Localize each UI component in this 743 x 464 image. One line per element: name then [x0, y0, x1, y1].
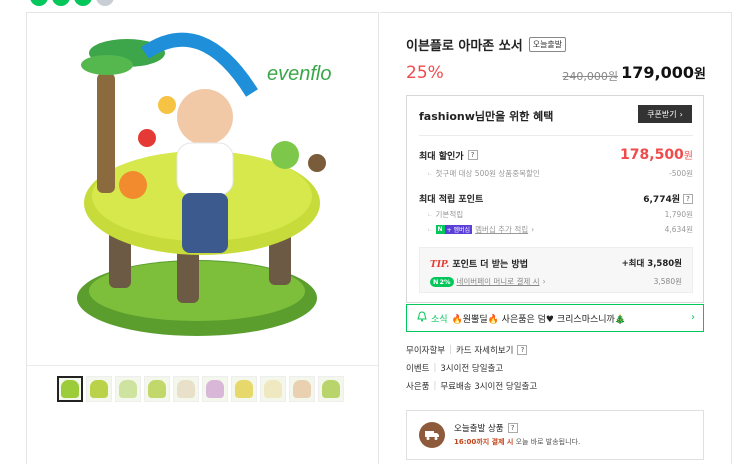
chevron-right-icon: ›: [531, 225, 535, 234]
today-ship-box: 오늘출발 상품 ? 16:00까지 결제 시 오늘 바로 발송됩니다.: [406, 410, 704, 460]
brand-logo: evenflo: [267, 63, 332, 85]
gift-row: 사은품 | 무료배송 3시이전 당일출고: [406, 380, 537, 392]
basic-points-label: 기본적립: [427, 209, 464, 220]
max-discount-currency: 원: [683, 151, 693, 162]
max-points-label: 최대 적립 포인트: [419, 195, 484, 205]
membership-points-value: 4,634원: [664, 225, 693, 234]
discount-rate: 25%: [406, 63, 444, 83]
npay-money-link: 네이버페이 머니로 결제 시: [456, 277, 540, 286]
npay-percent-badge: N 2%: [430, 276, 454, 287]
thumbnail-10[interactable]: [318, 376, 344, 402]
original-price: 240,000원: [562, 70, 618, 83]
tip-label: TIP.: [430, 260, 450, 270]
thumbnail-5[interactable]: [173, 376, 199, 402]
thumbnail-1[interactable]: [57, 376, 83, 402]
tip-amount: 3,580원: [653, 277, 682, 286]
chevron-right-icon: ›: [679, 109, 683, 119]
thumbnail-divider: [27, 365, 378, 366]
sale-price: 179,000원: [621, 63, 706, 82]
tip-title-text: 포인트 더 받는 방법: [452, 260, 528, 270]
gift-label: 사은품: [406, 382, 430, 392]
separator: |: [433, 363, 437, 373]
installment-row: 무이자할부 | 카드 자세히보기 ?: [406, 344, 528, 356]
npay-logo-icon: N: [433, 277, 439, 286]
truck-icon: [419, 422, 445, 448]
price-row: 25% 240,000원 179,000원: [406, 63, 706, 85]
separator: |: [449, 345, 452, 355]
event-row: 이벤트 | 3시이전 당일출고: [406, 362, 503, 374]
basic-points-row: 기본적립 1,790원: [427, 209, 693, 220]
tip-box: TIP. 포인트 더 받는 방법 +최대 3,580원 N 2% 네이버페이 머니로…: [419, 247, 693, 293]
indicator-dot: [96, 0, 114, 6]
first-purchase-row: 첫구매 대상 500원 상품중복할인 -500원: [427, 168, 693, 179]
product-main-image[interactable]: evenflo: [27, 13, 378, 363]
membership-points-link[interactable]: 멤버십 추가 적립: [475, 224, 528, 235]
help-icon[interactable]: ?: [517, 345, 528, 355]
coupon-button-label: 쿠폰받기: [647, 109, 677, 119]
news-banner[interactable]: 소식 🔥원뿔딜🔥 사은품은 덤♥ 크리스마스니까🎄 ›: [406, 304, 704, 332]
membership-points-row: N+ 멤버십 멤버십 추가 적립 › 4,634원: [427, 224, 693, 235]
thumbnail-4[interactable]: [144, 376, 170, 402]
product-image-panel: evenflo: [26, 12, 379, 464]
today-ship-desc-rest: 오늘 바로 발송됩니다.: [515, 438, 581, 446]
first-purchase-label: 첫구매 대상 500원 상품중복할인: [427, 168, 540, 179]
installment-label: 무이자할부: [406, 346, 446, 356]
first-purchase-amount: -500원: [669, 169, 693, 178]
event-label: 이벤트: [406, 364, 430, 374]
gift-value: 무료배송 3시이전 당일출고: [440, 382, 538, 392]
npay-percent-value: 2%: [439, 277, 451, 286]
max-discount-label: 최대 할인가: [419, 151, 464, 162]
thumbnail-6[interactable]: [202, 376, 228, 402]
chevron-right-icon: ›: [691, 312, 695, 323]
product-title: 이븐플로 아마존 쏘서: [406, 39, 523, 54]
help-icon[interactable]: ?: [507, 423, 518, 433]
today-ship-deadline: 16:00까지 결제 시: [454, 438, 514, 446]
today-ship-badge: 오늘출발: [528, 37, 567, 52]
indicator-dot: [52, 0, 70, 6]
max-points-value: 6,774원: [643, 195, 680, 205]
coupon-button[interactable]: 쿠폰받기 ›: [638, 105, 692, 123]
thumbnail-7[interactable]: [231, 376, 257, 402]
card-detail-link[interactable]: 카드 자세히보기: [456, 344, 513, 356]
thumbnail-3[interactable]: [115, 376, 141, 402]
separator: |: [433, 381, 437, 391]
max-discount-value: 178,500: [620, 147, 684, 163]
indicator-dot: [30, 0, 48, 6]
npay-money-row[interactable]: N 2% 네이버페이 머니로 결제 시 ›: [430, 276, 546, 287]
product-info-panel: 이븐플로 아마존 쏘서 오늘출발 25% 240,000원 179,000원 f…: [380, 12, 732, 464]
chevron-right-icon: ›: [542, 277, 546, 286]
max-points-row: 최대 적립 포인트 6,774원?: [419, 192, 693, 205]
news-text: 🔥원뿔딜🔥 사은품은 덤♥ 크리스마스니까🎄: [451, 314, 627, 325]
today-ship-desc: 16:00까지 결제 시 오늘 바로 발송됩니다.: [454, 437, 580, 447]
membership-badge-label: + 멤버십: [444, 225, 473, 234]
thumbnail-strip: [57, 376, 344, 402]
news-label: 소식: [431, 314, 448, 325]
npay-membership-badge: N+ 멤버십: [435, 225, 473, 234]
title-row: 이븐플로 아마존 쏘서 오늘출발: [406, 35, 567, 54]
benefit-box: fashionw님만을 위한 혜택 쿠폰받기 › 최대 할인가? 178,500…: [406, 95, 704, 303]
thumbnail-2[interactable]: [86, 376, 112, 402]
today-ship-title: 오늘출발 상품: [454, 424, 504, 434]
today-ship-title-row: 오늘출발 상품 ?: [454, 422, 518, 434]
thumbnail-9[interactable]: [289, 376, 315, 402]
npay-logo-icon: N: [435, 225, 445, 234]
tip-title: TIP. 포인트 더 받는 방법: [430, 257, 528, 270]
max-discount-row: 최대 할인가? 178,500원: [419, 147, 693, 163]
help-icon[interactable]: ?: [683, 193, 693, 204]
benefit-divider: [419, 135, 693, 136]
help-icon[interactable]: ?: [467, 150, 478, 160]
event-value: 3시이전 당일출고: [440, 364, 504, 374]
basic-points-value: 1,790원: [664, 210, 693, 219]
top-indicator-dots: [30, 0, 114, 6]
benefit-header: fashionw님만을 위한 혜택: [419, 110, 554, 123]
tip-max-points: +최대 3,580원: [621, 259, 682, 269]
sale-price-currency: 원: [694, 67, 706, 82]
sale-price-value: 179,000: [621, 63, 695, 82]
indicator-dot: [74, 0, 92, 6]
max-discount-price: 178,500원: [620, 147, 693, 163]
thumbnail-8[interactable]: [260, 376, 286, 402]
bell-icon: [417, 311, 427, 325]
